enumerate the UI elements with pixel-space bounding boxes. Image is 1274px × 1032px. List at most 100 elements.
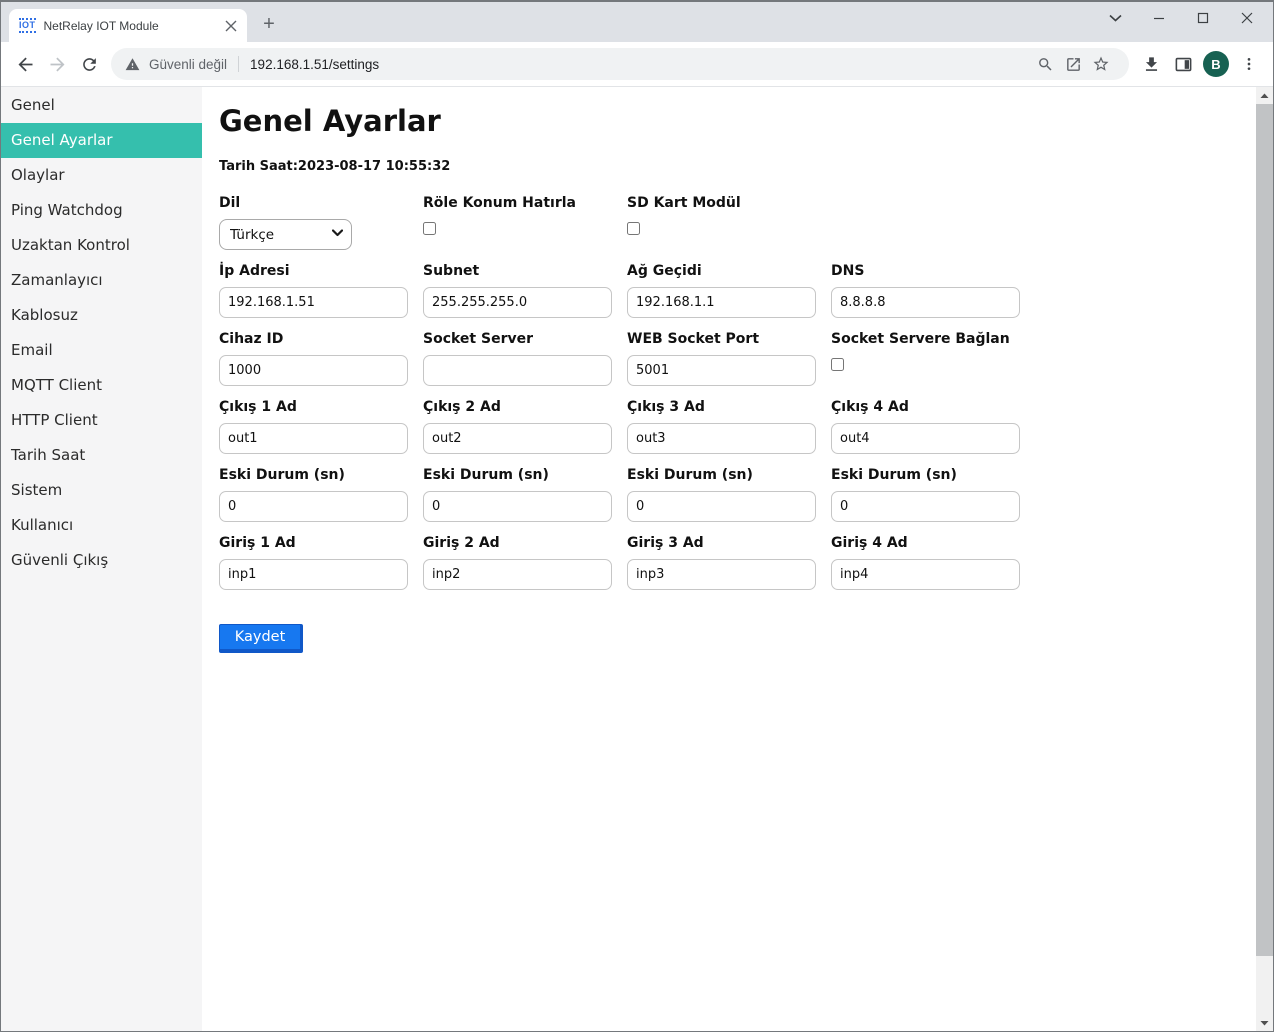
socket-baglan-checkbox[interactable] <box>831 358 844 371</box>
profile-avatar[interactable]: B <box>1203 51 1229 77</box>
sd-kart-checkbox[interactable] <box>627 222 640 235</box>
cikis3-input[interactable] <box>627 423 816 454</box>
sidebar-item-genel-ayarlar[interactable]: Genel Ayarlar <box>1 123 202 158</box>
subnet-label: Subnet <box>423 263 627 279</box>
close-window-button[interactable] <box>1225 3 1269 33</box>
field-eski-durum3: Eski Durum (sn) <box>627 467 831 522</box>
sidebar-item-email[interactable]: Email <box>1 333 202 368</box>
bookmark-star-icon[interactable] <box>1087 50 1115 78</box>
scroll-up-icon[interactable] <box>1256 87 1273 104</box>
giris1-input[interactable] <box>219 559 408 590</box>
forward-icon[interactable] <box>41 48 73 80</box>
ip-adresi-input[interactable] <box>219 287 408 318</box>
cikis4-input[interactable] <box>831 423 1020 454</box>
sidebar-item-mqtt-client[interactable]: MQTT Client <box>1 368 202 403</box>
web-socket-port-input[interactable] <box>627 355 816 386</box>
dil-select-wrap: Türkçe <box>219 219 352 250</box>
form-row-3: Cihaz ID Socket Server WEB Socket Port S… <box>219 331 1256 386</box>
tab-close-icon[interactable] <box>223 18 239 34</box>
page-scrollbar[interactable] <box>1256 87 1273 1031</box>
sidebar-item-kablosuz[interactable]: Kablosuz <box>1 298 202 333</box>
eski-durum2-input[interactable] <box>423 491 612 522</box>
field-giris1: Giriş 1 Ad <box>219 535 423 590</box>
cikis1-label: Çıkış 1 Ad <box>219 399 423 415</box>
cikis4-label: Çıkış 4 Ad <box>831 399 1035 415</box>
menu-dots-icon[interactable] <box>1233 48 1265 80</box>
giris3-label: Giriş 3 Ad <box>627 535 831 551</box>
reload-icon[interactable] <box>73 48 105 80</box>
security-label[interactable]: Güvenli değil <box>149 57 227 72</box>
sidebar-item-uzaktan-kontrol[interactable]: Uzaktan Kontrol <box>1 228 202 263</box>
tab-search-chevron-icon[interactable] <box>1093 3 1137 33</box>
eski-durum3-input[interactable] <box>627 491 816 522</box>
sidebar-item-sistem[interactable]: Sistem <box>1 473 202 508</box>
sidebar-item-kullanici[interactable]: Kullanıcı <box>1 508 202 543</box>
search-icon[interactable] <box>1031 50 1059 78</box>
tab-title: NetRelay IOT Module <box>44 19 218 33</box>
settings-form: Dil Türkçe Röle Konum Hatırla SD <box>219 195 1256 653</box>
eski-durum4-input[interactable] <box>831 491 1020 522</box>
sidebar-item-ping-watchdog[interactable]: Ping Watchdog <box>1 193 202 228</box>
sidebar-item-zamanlayici[interactable]: Zamanlayıcı <box>1 263 202 298</box>
sidebar-item-guvenli-cikis[interactable]: Güvenli Çıkış <box>1 543 202 578</box>
form-row-5: Eski Durum (sn) Eski Durum (sn) Eski Dur… <box>219 467 1256 522</box>
role-konum-checkbox[interactable] <box>423 222 436 235</box>
cihaz-id-input[interactable] <box>219 355 408 386</box>
datetime-label: Tarih Saat:2023-08-17 10:55:32 <box>219 159 1256 174</box>
sidebar-item-olaylar[interactable]: Olaylar <box>1 158 202 193</box>
sd-kart-label: SD Kart Modül <box>627 195 831 211</box>
field-role-konum-hatirla: Röle Konum Hatırla <box>423 195 627 250</box>
socket-server-label: Socket Server <box>423 331 627 347</box>
giris3-input[interactable] <box>627 559 816 590</box>
save-button[interactable]: Kaydet <box>219 624 303 653</box>
subnet-input[interactable] <box>423 287 612 318</box>
new-tab-button[interactable]: + <box>255 10 283 38</box>
cikis2-label: Çıkış 2 Ad <box>423 399 627 415</box>
browser-tab[interactable]: IOT NetRelay IOT Module <box>9 9 247 42</box>
eski-durum2-label: Eski Durum (sn) <box>423 467 627 483</box>
giris1-label: Giriş 1 Ad <box>219 535 423 551</box>
side-panel-icon[interactable] <box>1167 48 1199 80</box>
page-title: Genel Ayarlar <box>219 104 1256 138</box>
ag-gecidi-input[interactable] <box>627 287 816 318</box>
giris2-input[interactable] <box>423 559 612 590</box>
form-row-2: İp Adresi Subnet Ağ Geçidi DNS <box>219 263 1256 318</box>
download-icon[interactable] <box>1135 48 1167 80</box>
window-controls <box>1093 2 1269 34</box>
not-secure-warning-icon[interactable] <box>125 57 140 72</box>
giris4-input[interactable] <box>831 559 1020 590</box>
cikis2-input[interactable] <box>423 423 612 454</box>
dil-select[interactable]: Türkçe <box>219 219 352 250</box>
scroll-down-icon[interactable] <box>1256 1014 1273 1031</box>
field-cikis3: Çıkış 3 Ad <box>627 399 831 454</box>
maximize-button[interactable] <box>1181 3 1225 33</box>
web-socket-port-label: WEB Socket Port <box>627 331 831 347</box>
field-eski-durum4: Eski Durum (sn) <box>831 467 1035 522</box>
socket-server-input[interactable] <box>423 355 612 386</box>
sidebar-item-http-client[interactable]: HTTP Client <box>1 403 202 438</box>
minimize-button[interactable] <box>1137 3 1181 33</box>
field-socket-server: Socket Server <box>423 331 627 386</box>
back-icon[interactable] <box>9 48 41 80</box>
sidebar-item-genel[interactable]: Genel <box>1 88 202 123</box>
share-icon[interactable] <box>1059 50 1087 78</box>
cikis3-label: Çıkış 3 Ad <box>627 399 831 415</box>
eski-durum1-input[interactable] <box>219 491 408 522</box>
ip-adresi-label: İp Adresi <box>219 263 423 279</box>
giris2-label: Giriş 2 Ad <box>423 535 627 551</box>
sidebar-item-tarih-saat[interactable]: Tarih Saat <box>1 438 202 473</box>
address-bar[interactable]: Güvenli değil 192.168.1.51/settings <box>111 48 1129 80</box>
cikis1-input[interactable] <box>219 423 408 454</box>
browser-window: IOT NetRelay IOT Module + <box>0 0 1274 1032</box>
field-dil: Dil Türkçe <box>219 195 423 250</box>
field-subnet: Subnet <box>423 263 627 318</box>
field-cikis1: Çıkış 1 Ad <box>219 399 423 454</box>
scrollbar-thumb[interactable] <box>1256 104 1273 956</box>
dns-input[interactable] <box>831 287 1020 318</box>
field-eski-durum2: Eski Durum (sn) <box>423 467 627 522</box>
cihaz-id-label: Cihaz ID <box>219 331 423 347</box>
sidebar-nav: Genel Genel Ayarlar Olaylar Ping Watchdo… <box>1 87 202 1031</box>
field-socket-servere-baglan: Socket Servere Bağlan <box>831 331 1035 386</box>
page-body: Genel Genel Ayarlar Olaylar Ping Watchdo… <box>1 87 1273 1031</box>
url-text[interactable]: 192.168.1.51/settings <box>250 57 379 72</box>
